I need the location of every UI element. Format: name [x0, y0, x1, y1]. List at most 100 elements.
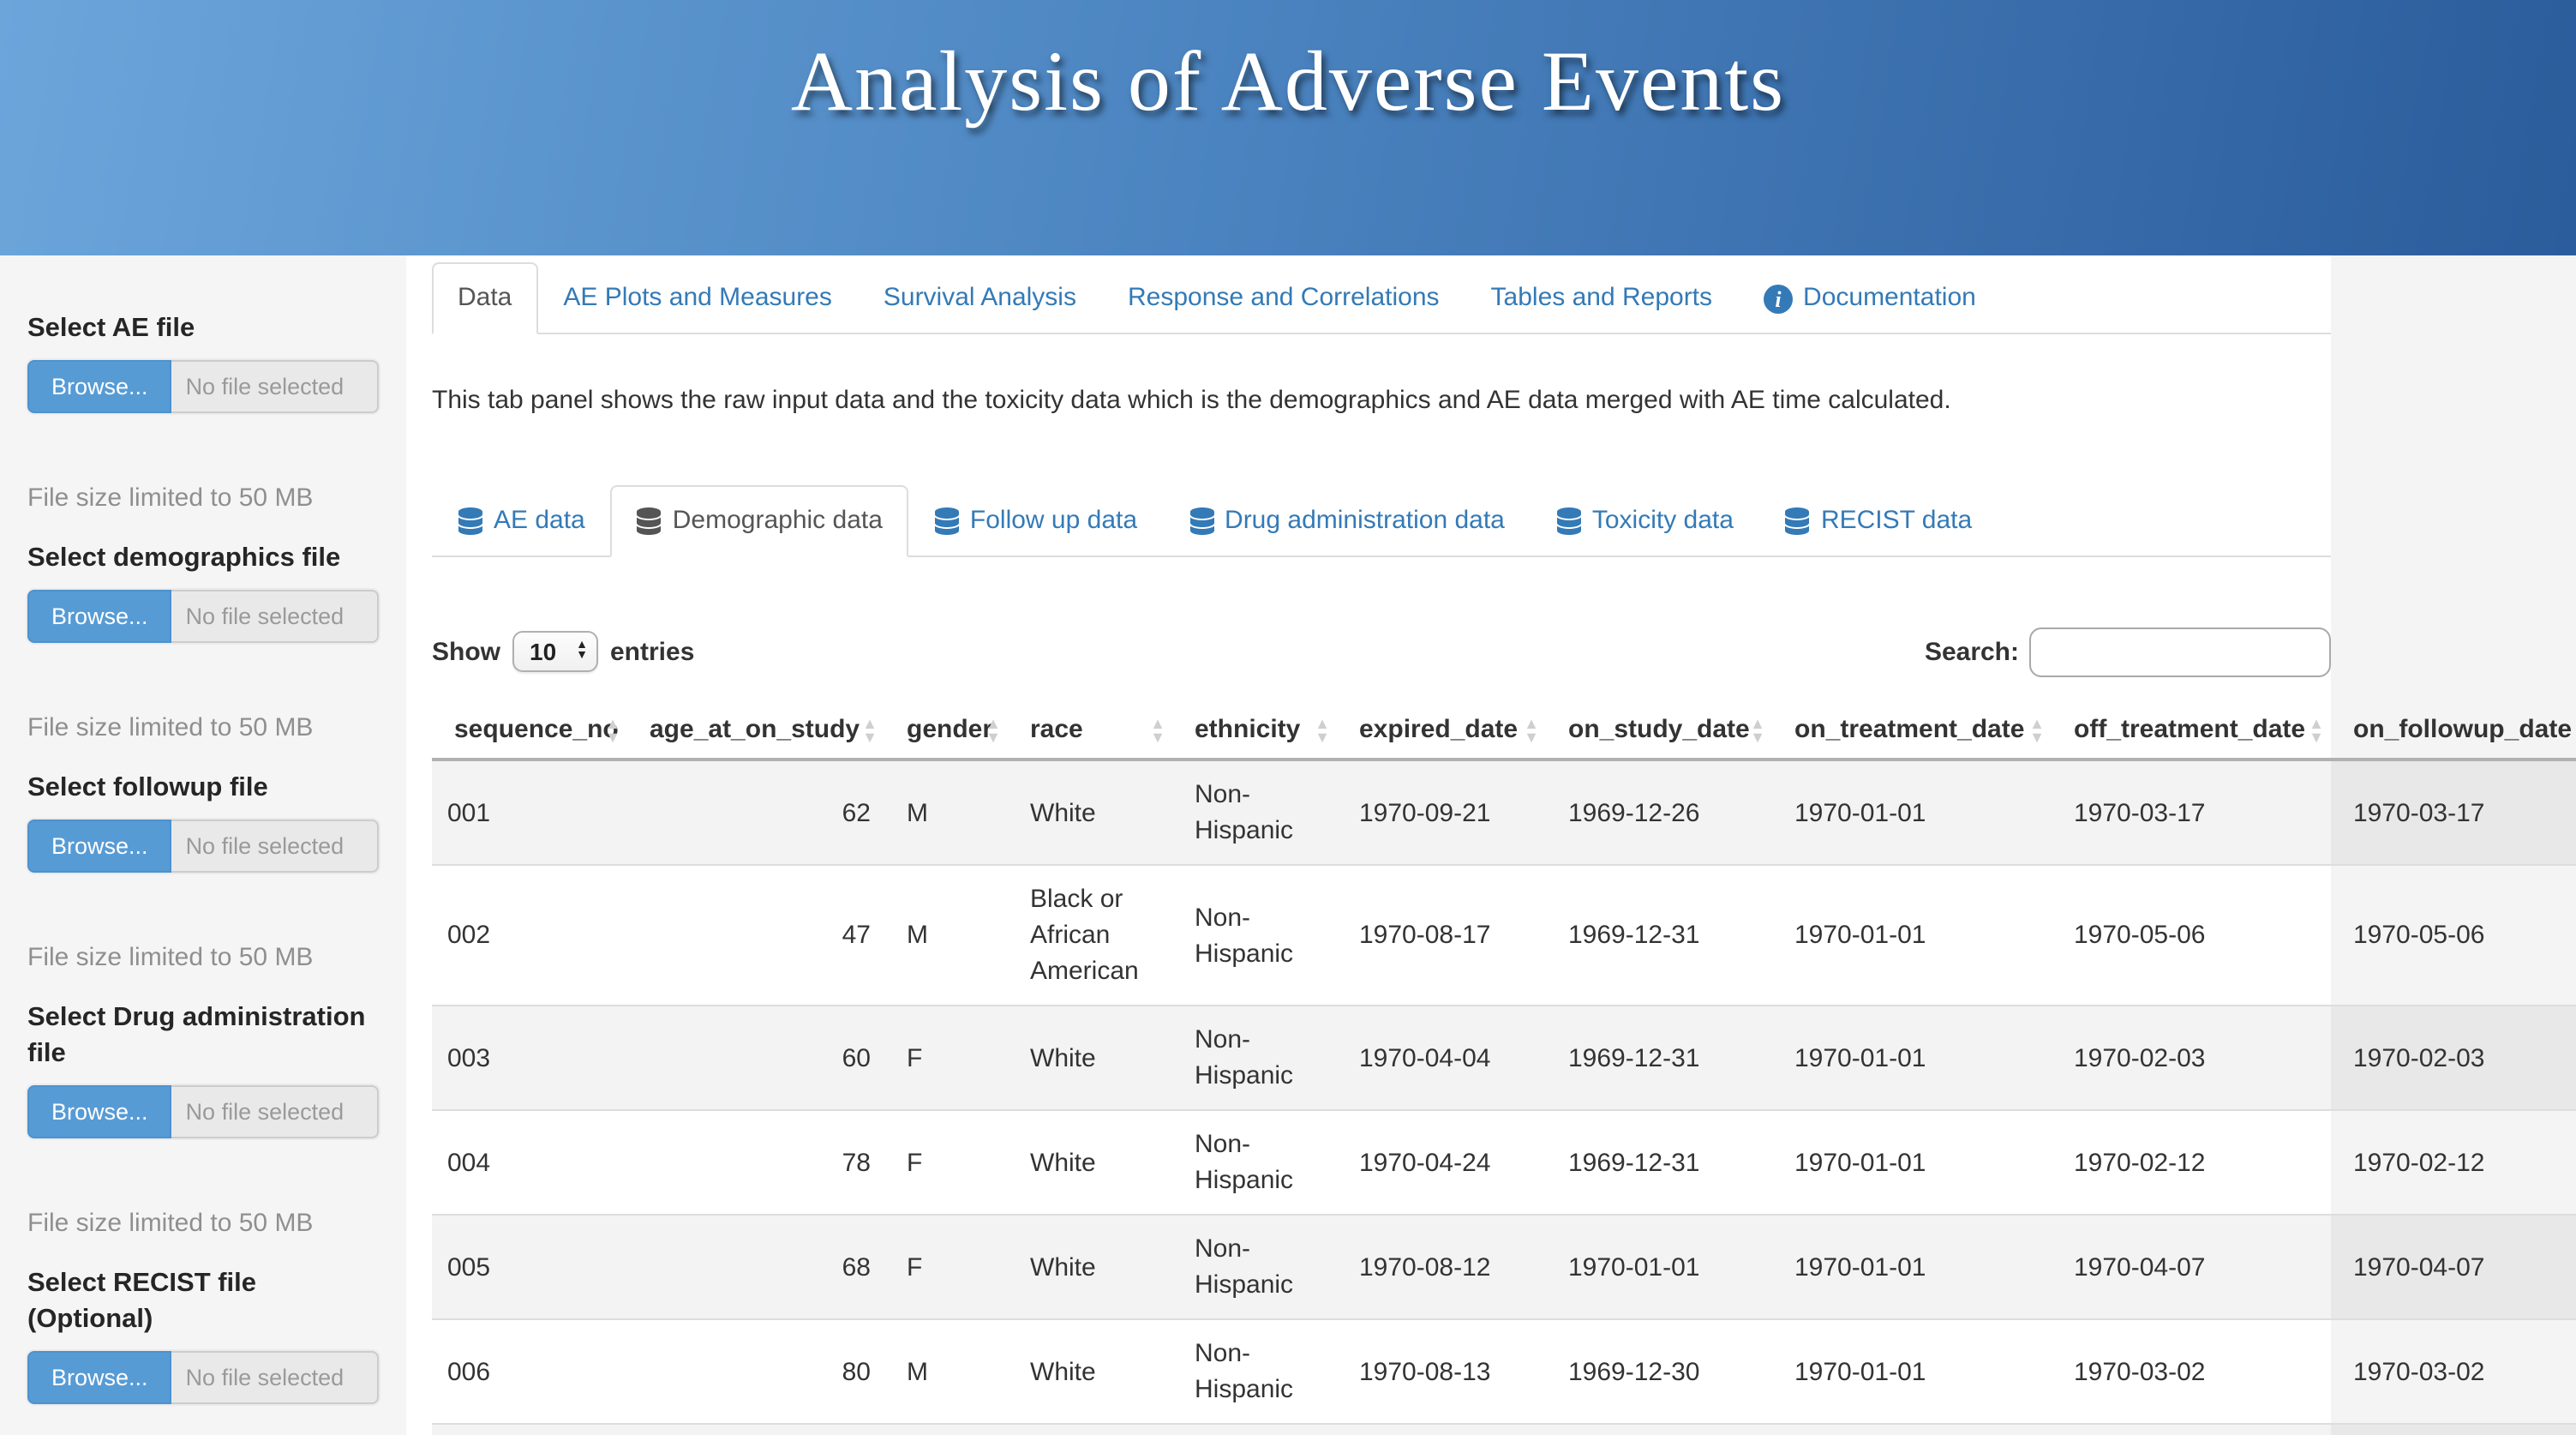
table-row: 007 75 M White Non-Hispanic 1970-03-24 1… — [432, 1424, 2576, 1435]
column-header-off-treatment-date[interactable]: off_treatment_date▲▼ — [2058, 701, 2338, 760]
sort-icon[interactable]: ▲▼ — [605, 716, 620, 743]
file-input-label: Select RECIST file (Optional) — [27, 1265, 379, 1337]
browse-button[interactable]: Browse... — [27, 820, 172, 873]
cell-sequence-no: 002 — [432, 865, 634, 1006]
file-input[interactable]: Browse... No file selected — [27, 1351, 379, 1404]
cell-gender: F — [891, 1006, 1015, 1110]
cell-off-treatment-date: 1970-03-17 — [2058, 760, 2338, 865]
sort-icon[interactable]: ▲▼ — [1524, 716, 1539, 743]
cell-race: White — [1015, 1215, 1179, 1319]
tab-tables-and-reports[interactable]: Tables and Reports — [1465, 262, 1739, 334]
cell-gender: M — [891, 1319, 1015, 1424]
cell-on-followup-date: 1970-02-12 — [2338, 1110, 2576, 1215]
tab-description: This tab panel shows the raw input data … — [432, 382, 2331, 418]
sort-icon[interactable]: ▲▼ — [2029, 716, 2045, 743]
tab-demographic-data[interactable]: Demographic data — [611, 485, 908, 557]
file-selected-text: No file selected — [172, 360, 379, 413]
cell-on-treatment-date: 1970-01-01 — [1779, 865, 2058, 1006]
sort-icon[interactable]: ▲▼ — [1750, 716, 1765, 743]
database-icon — [637, 507, 662, 535]
tab-toxicity-data[interactable]: Toxicity data — [1531, 485, 1759, 557]
tab-recist-data[interactable]: RECIST data — [1759, 485, 1998, 557]
tab-drug-administration-data[interactable]: Drug administration data — [1163, 485, 1531, 557]
file-size-note: File size limited to 50 MB — [27, 482, 379, 516]
browse-button[interactable]: Browse... — [27, 1085, 172, 1138]
column-header-on-study-date[interactable]: on_study_date▲▼ — [1553, 701, 1779, 760]
file-selected-text: No file selected — [172, 590, 379, 643]
column-header-age-at-on-study[interactable]: age_at_on_study▲▼ — [634, 701, 891, 760]
cell-sequence-no: 003 — [432, 1006, 634, 1110]
search-control: Search: — [1925, 627, 2331, 676]
cell-off-treatment-date: 1970-02-03 — [2058, 1006, 2338, 1110]
tab-survival-analysis[interactable]: Survival Analysis — [858, 262, 1102, 334]
browse-button[interactable]: Browse... — [27, 590, 172, 643]
cell-off-treatment-date: 1970-05-06 — [2058, 865, 2338, 1006]
tab-ae-plots-and-measures[interactable]: AE Plots and Measures — [537, 262, 858, 334]
sort-icon[interactable]: ▲▼ — [862, 716, 878, 743]
cell-sequence-no: 004 — [432, 1110, 634, 1215]
cell-on-study-date: 1969-12-31 — [1553, 1110, 1779, 1215]
page-length-select[interactable]: 10 ▲ ▼ — [512, 631, 598, 672]
file-input[interactable]: Browse... No file selected — [27, 820, 379, 873]
file-input[interactable]: Browse... No file selected — [27, 360, 379, 413]
cell-expired-date: 1970-04-24 — [1344, 1110, 1553, 1215]
app-header: Analysis of Adverse Events — [0, 0, 2576, 255]
column-header-sequence-no[interactable]: sequence_no▲▼ — [432, 701, 634, 760]
column-header-label: gender — [907, 715, 992, 744]
entries-label: entries — [610, 637, 694, 666]
page-length-value: 10 — [530, 638, 576, 665]
cell-on-treatment-date: 1970-01-01 — [1779, 1424, 2058, 1435]
tab-follow-up-data[interactable]: Follow up data — [908, 485, 1163, 557]
cell-on-study-date: 1969-12-31 — [1553, 865, 1779, 1006]
file-input[interactable]: Browse... No file selected — [27, 590, 379, 643]
cell-ethnicity: Non-Hispanic — [1179, 1006, 1344, 1110]
column-header-ethnicity[interactable]: ethnicity▲▼ — [1179, 701, 1344, 760]
cell-age: 78 — [634, 1110, 891, 1215]
sort-icon[interactable]: ▲▼ — [1150, 716, 1165, 743]
file-input-block: Select RECIST file (Optional) Browse... … — [27, 1265, 379, 1404]
file-input-label: Select demographics file — [27, 540, 379, 576]
column-header-label: on_study_date — [1568, 715, 1750, 744]
cell-off-treatment-date: 1970-02-12 — [2058, 1110, 2338, 1215]
database-icon — [458, 507, 483, 535]
file-selected-text: No file selected — [172, 820, 379, 873]
file-input-label: Select followup file — [27, 770, 379, 806]
cell-gender: F — [891, 1215, 1015, 1319]
sort-icon[interactable]: ▲▼ — [985, 716, 1001, 743]
main-tab-bar: Data AE Plots and Measures Survival Anal… — [432, 262, 2331, 334]
cell-gender: M — [891, 760, 1015, 865]
column-header-race[interactable]: race ▲▼ — [1015, 701, 1179, 760]
sort-icon[interactable]: ▲▼ — [2309, 716, 2324, 743]
column-header-expired-date[interactable]: expired_date▲▼ — [1344, 701, 1553, 760]
tab-label: AE data — [494, 504, 585, 538]
file-input[interactable]: Browse... No file selected — [27, 1085, 379, 1138]
column-header-on-treatment-date[interactable]: on_treatment_date▲▼ — [1779, 701, 2058, 760]
database-icon — [1785, 507, 1811, 535]
page-length-control: Show 10 ▲ ▼ entries — [432, 631, 694, 672]
cell-ethnicity: Non-Hispanic — [1179, 1110, 1344, 1215]
cell-expired-date: 1970-09-21 — [1344, 760, 1553, 865]
main-layout: Select AE file Browse... No file selecte… — [0, 255, 2576, 1435]
tab-data[interactable]: Data — [432, 262, 537, 334]
cell-on-followup-date: 1970-04-07 — [2338, 1215, 2576, 1319]
cell-gender: M — [891, 1424, 1015, 1435]
tab-ae-data[interactable]: AE data — [432, 485, 611, 557]
sort-icon[interactable]: ▲▼ — [1315, 716, 1330, 743]
file-selected-text: No file selected — [172, 1351, 379, 1404]
cell-on-treatment-date: 1970-01-01 — [1779, 1319, 2058, 1424]
column-header-gender[interactable]: gender▲▼ — [891, 701, 1015, 760]
search-input[interactable] — [2029, 627, 2331, 676]
tab-response-and-correlations[interactable]: Response and Correlations — [1102, 262, 1465, 334]
column-header-label: race — [1030, 715, 1083, 744]
cell-age: 47 — [634, 865, 891, 1006]
browse-button[interactable]: Browse... — [27, 360, 172, 413]
tab-documentation[interactable]: i Documentation — [1738, 262, 2002, 334]
data-tab-bar: AE data Demographic data Follow up data … — [432, 485, 2331, 557]
column-header-label: off_treatment_date — [2074, 715, 2305, 744]
tab-label: RECIST data — [1821, 504, 1972, 538]
column-header-on-followup-date[interactable]: on_followup_date▲▼ — [2338, 701, 2576, 760]
cell-ethnicity: Non-Hispanic — [1179, 1424, 1344, 1435]
cell-on-treatment-date: 1970-01-01 — [1779, 1006, 2058, 1110]
cell-gender: F — [891, 1110, 1015, 1215]
browse-button[interactable]: Browse... — [27, 1351, 172, 1404]
